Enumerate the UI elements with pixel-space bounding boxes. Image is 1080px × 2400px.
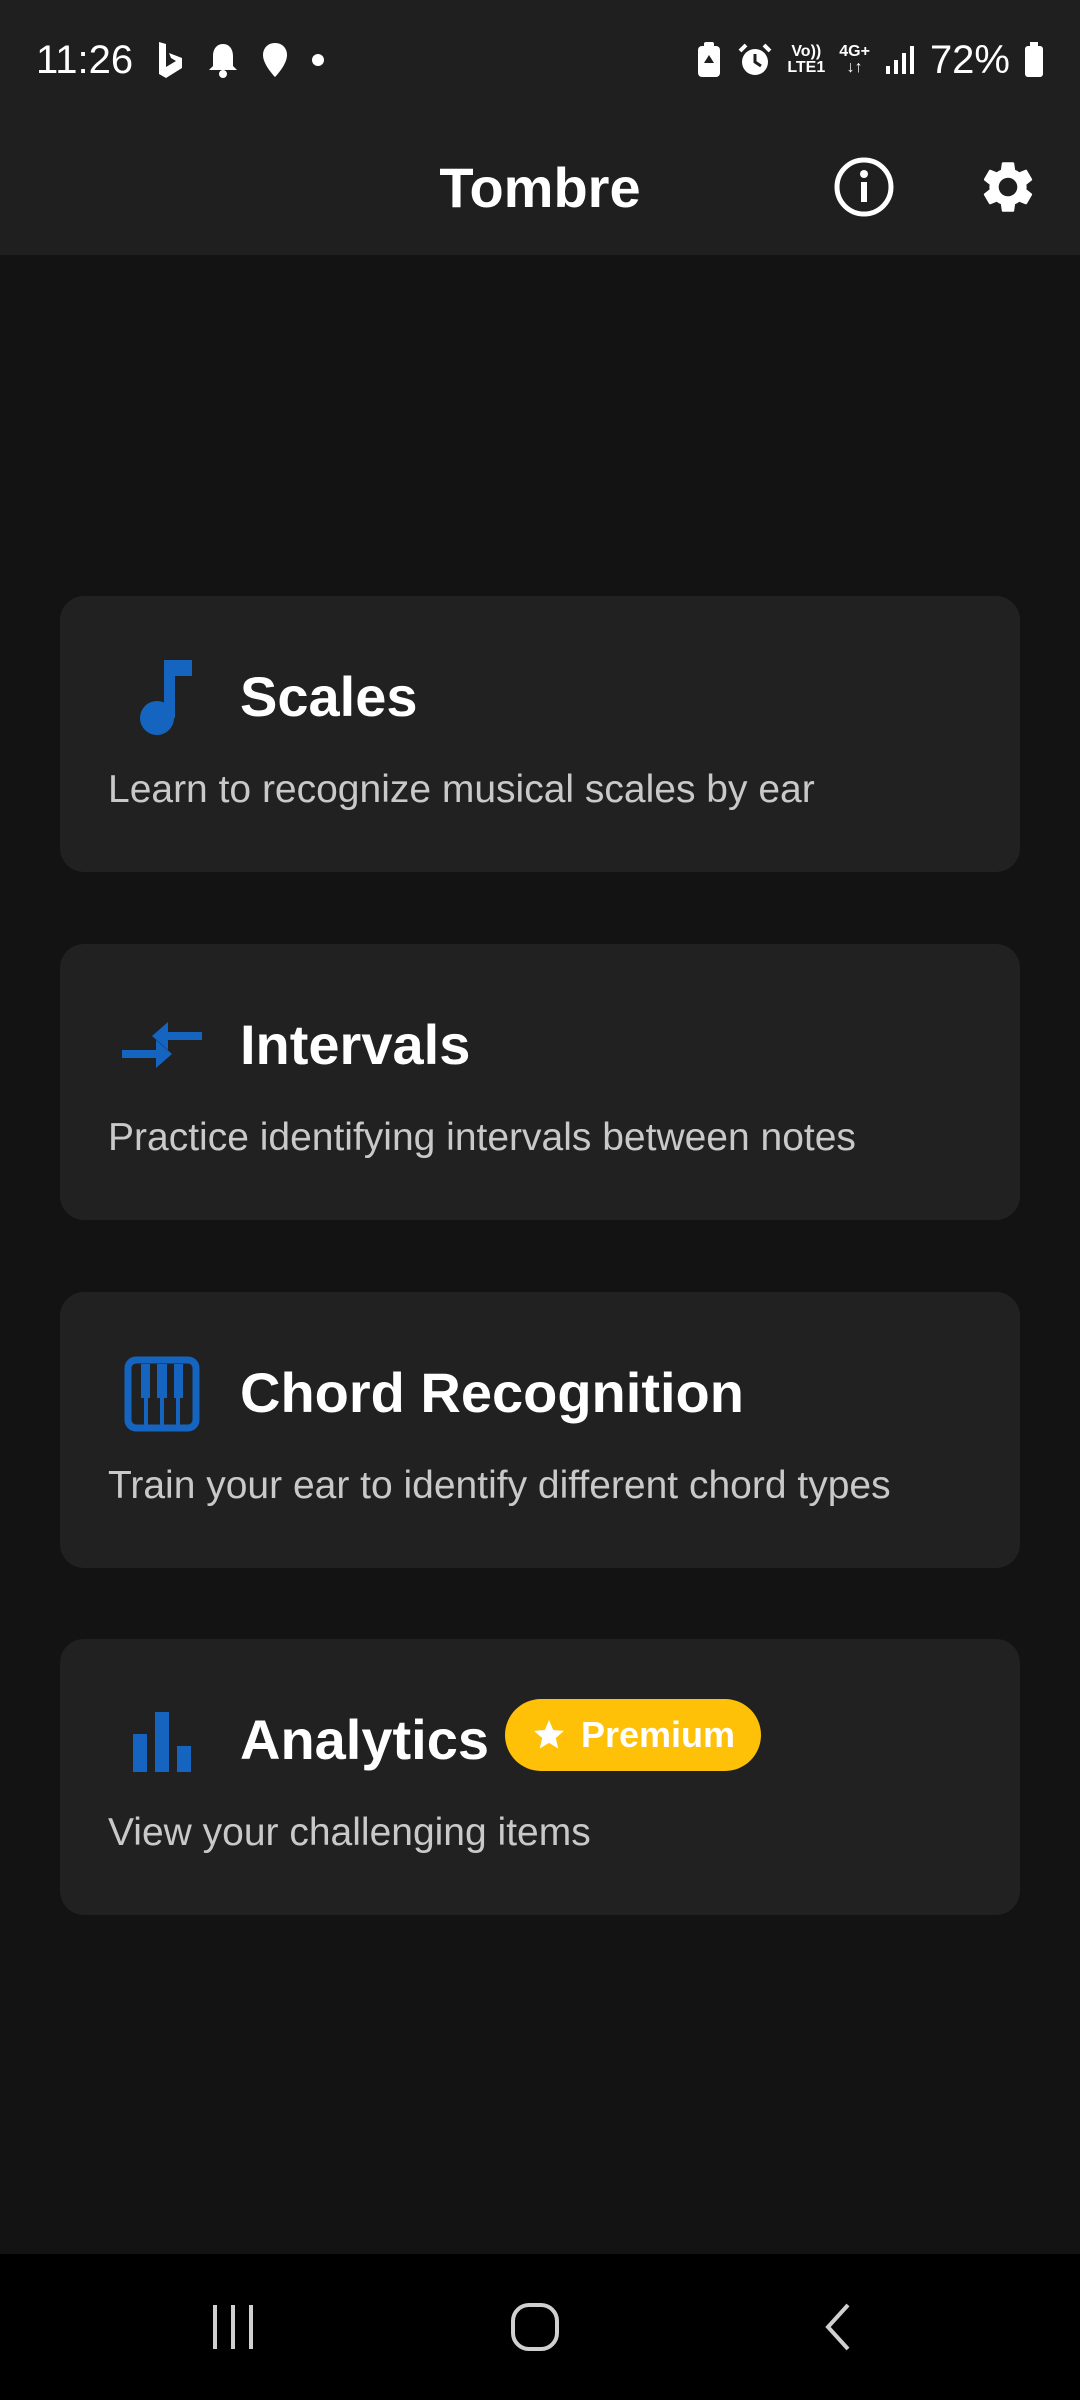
info-icon bbox=[834, 157, 894, 217]
music-note-icon bbox=[112, 648, 212, 748]
status-time: 11:26 bbox=[36, 37, 134, 82]
signal-icon bbox=[884, 44, 916, 76]
alarm-icon bbox=[737, 42, 773, 78]
card-chord-recognition[interactable]: Chord Recognition Train your ear to iden… bbox=[60, 1292, 1020, 1568]
card-description: Learn to recognize musical scales by ear bbox=[108, 768, 815, 811]
card-title: Intervals bbox=[240, 1013, 471, 1076]
recents-icon bbox=[213, 2305, 253, 2349]
card-title: Scales bbox=[240, 665, 418, 728]
back-button[interactable] bbox=[778, 2282, 898, 2372]
back-icon bbox=[825, 2303, 850, 2351]
recents-button[interactable] bbox=[173, 2282, 293, 2372]
card-title: Chord Recognition bbox=[240, 1361, 744, 1424]
settings-icon bbox=[983, 162, 1033, 212]
bing-icon bbox=[155, 40, 185, 80]
compare-arrows-icon bbox=[112, 996, 212, 1096]
card-title: Analytics bbox=[240, 1708, 489, 1771]
dot-icon bbox=[311, 53, 325, 67]
main-content: Scales Learn to recognize musical scales… bbox=[0, 255, 1080, 2254]
premium-badge: Premium bbox=[505, 1699, 762, 1771]
settings-button[interactable] bbox=[963, 142, 1053, 232]
card-analytics[interactable]: Analytics Premium View your challenging … bbox=[60, 1639, 1020, 1915]
card-description: Practice identifying intervals between n… bbox=[108, 1116, 856, 1159]
home-icon bbox=[511, 2303, 559, 2351]
data-arrows-icon: ↓↑ bbox=[846, 59, 863, 76]
app-bar: Tombre bbox=[0, 120, 1080, 255]
system-nav-bar bbox=[0, 2254, 1080, 2400]
info-button[interactable] bbox=[819, 142, 909, 232]
data-type-label: 4G+ bbox=[839, 43, 870, 60]
battery-percent: 72% bbox=[929, 37, 1010, 82]
status-bar: 11:26 Vo)) LTE1 4G+ ↓↑ 72% bbox=[0, 0, 1080, 120]
volte-indicator: Vo)) LTE1 bbox=[787, 44, 825, 76]
page-title: Tombre bbox=[439, 156, 641, 219]
piano-icon bbox=[112, 1344, 212, 1444]
volte-label: Vo)) bbox=[791, 43, 822, 60]
location-icon bbox=[261, 41, 289, 79]
battery-icon bbox=[1024, 42, 1044, 78]
card-description: View your challenging items bbox=[108, 1811, 591, 1854]
home-button[interactable] bbox=[475, 2282, 595, 2372]
lte-label: LTE1 bbox=[787, 59, 826, 76]
card-intervals[interactable]: Intervals Practice identifying intervals… bbox=[60, 944, 1020, 1220]
card-description: Train your ear to identify different cho… bbox=[108, 1464, 891, 1507]
bar-chart-icon bbox=[112, 1691, 212, 1791]
card-scales[interactable]: Scales Learn to recognize musical scales… bbox=[60, 596, 1020, 872]
premium-label: Premium bbox=[581, 1714, 736, 1755]
battery-saver-icon bbox=[695, 41, 723, 79]
star-icon bbox=[534, 1720, 564, 1749]
bell-icon bbox=[207, 42, 239, 78]
data-type-indicator: 4G+ ↓↑ bbox=[839, 44, 870, 76]
